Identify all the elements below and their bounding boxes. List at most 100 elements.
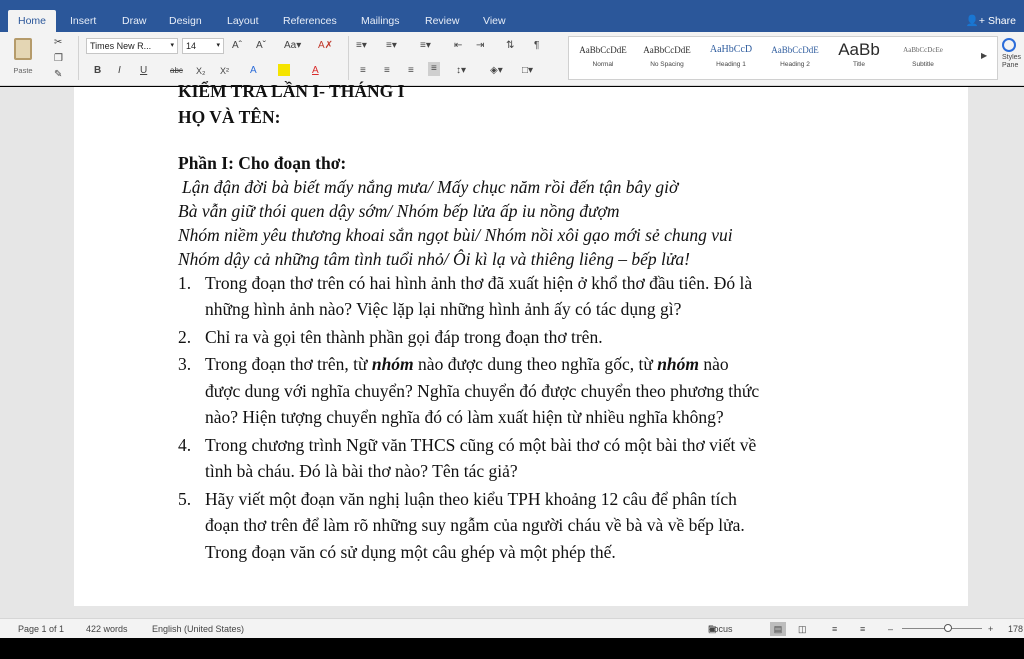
focus-label: Focus — [708, 624, 733, 634]
chevron-down-icon: ▾ — [216, 42, 220, 49]
bold-icon[interactable]: B — [94, 64, 101, 78]
word-count[interactable]: 422 words — [86, 619, 128, 639]
add-person-icon: 👤+ — [965, 15, 986, 27]
draft-view-icon[interactable]: ≡ — [860, 619, 865, 639]
question-1-line: những hình ảnh nào? Việc lặp lại những h… — [205, 299, 682, 319]
share-label: Share — [987, 15, 1016, 27]
sort-icon[interactable]: ⇅ — [506, 39, 514, 53]
copy-icon[interactable]: ❐ — [54, 52, 63, 66]
ribbon: Paste ✂ ❐ ✎ Times New R... ▾ 14 ▾ Aˆ Aˇ … — [0, 32, 1024, 86]
change-case-icon[interactable]: Aa▾ — [284, 39, 301, 53]
ribbon-divider — [78, 36, 79, 80]
tab-design[interactable]: Design — [169, 10, 202, 32]
line-spacing-icon[interactable]: ↕▾ — [456, 64, 466, 78]
tab-draw[interactable]: Draw — [122, 10, 147, 32]
font-name-value: Times New R... — [90, 41, 152, 51]
emphasized-word: nhóm — [657, 354, 700, 374]
clear-formatting-icon[interactable]: A✗ — [318, 39, 333, 53]
style-sample: AaBb — [838, 40, 880, 59]
tab-home[interactable]: Home — [8, 10, 57, 32]
question-1-line: Trong đoạn thơ trên có hai hình ảnh thơ … — [205, 273, 753, 293]
question-5-line: đoạn thơ trên để làm rõ những suy ngẫm c… — [205, 515, 745, 535]
document-page[interactable]: KIỂM TRA LẦN I- THÁNG I HỌ VÀ TÊN: Phần … — [74, 81, 968, 606]
align-center-icon[interactable]: ≡ — [384, 64, 390, 78]
question-3-line: được dung với nghĩa chuyển? Nghĩa chuyển… — [205, 381, 760, 401]
zoom-in-icon[interactable]: + — [988, 619, 993, 639]
zoom-level[interactable]: 178 — [1008, 619, 1023, 639]
style-subtitle[interactable]: AaBbCcDcEe Subtitle — [891, 39, 955, 77]
align-right-icon[interactable]: ≡ — [408, 64, 414, 78]
style-normal[interactable]: AaBbCcDdE Normal — [571, 39, 635, 77]
superscript-icon[interactable]: X² — [220, 64, 229, 78]
gallery-expand-icon[interactable]: ▶ — [981, 51, 987, 60]
italic-icon[interactable]: I — [118, 64, 121, 78]
doc-title: KIỂM TRA LẦN I- THÁNG I — [178, 81, 405, 101]
question-3-text: nào được dung theo nghĩa gốc, từ — [413, 354, 658, 374]
decrease-indent-icon[interactable]: ⇤ — [454, 39, 462, 53]
font-name-dropdown[interactable]: Times New R... ▾ — [86, 38, 178, 54]
question-2-line: Chỉ ra và gọi tên thành phần gọi đáp tro… — [205, 327, 603, 347]
styles-pane-label: Styles Pane — [1002, 54, 1022, 69]
multilevel-list-icon[interactable]: ≡▾ — [420, 39, 431, 53]
zoom-slider[interactable] — [902, 628, 982, 629]
justify-icon[interactable]: ≡ — [428, 62, 440, 76]
shading-icon[interactable]: ◈▾ — [490, 64, 503, 78]
style-name: Subtitle — [912, 61, 934, 68]
question-number: 5. — [178, 489, 192, 509]
status-bar: Page 1 of 1 422 words English (United St… — [0, 618, 1024, 638]
question-5-line: Hãy viết một đoạn văn nghị luận theo kiể… — [205, 489, 737, 509]
outline-view-icon[interactable]: ≡ — [832, 619, 837, 639]
font-size-dropdown[interactable]: 14 ▾ — [182, 38, 224, 54]
page-count[interactable]: Page 1 of 1 — [18, 619, 64, 639]
subscript-icon[interactable]: X₂ — [196, 64, 206, 78]
language-indicator[interactable]: English (United States) — [152, 619, 244, 639]
bullets-icon[interactable]: ≡▾ — [356, 39, 367, 53]
question-3-text: nào — [699, 354, 729, 374]
style-heading-2[interactable]: AaBbCcDdE Heading 2 — [763, 39, 827, 77]
tab-references[interactable]: References — [283, 10, 337, 32]
web-layout-view-icon[interactable]: ◫ — [798, 619, 807, 639]
cut-icon[interactable]: ✂ — [54, 36, 62, 50]
style-no-spacing[interactable]: AaBbCcDdE No Spacing — [635, 39, 699, 77]
increase-indent-icon[interactable]: ⇥ — [476, 39, 484, 53]
font-color-icon[interactable]: A — [312, 64, 319, 78]
ribbon-divider — [348, 36, 349, 80]
tab-view[interactable]: View — [483, 10, 506, 32]
style-sample: AaBbCcDdE — [643, 45, 691, 55]
borders-icon[interactable]: □▾ — [522, 64, 533, 78]
grow-font-icon[interactable]: Aˆ — [232, 39, 242, 53]
style-name: Normal — [592, 61, 614, 68]
ribbon-tab-bar: Home Insert Draw Design Layout Reference… — [0, 10, 1024, 32]
styles-pane-button[interactable]: Styles Pane — [1002, 38, 1024, 80]
format-painter-icon[interactable]: ✎ — [54, 68, 62, 82]
tab-insert[interactable]: Insert — [70, 10, 96, 32]
style-heading-1[interactable]: AaHbCcD Heading 1 — [699, 39, 763, 77]
print-layout-view-icon[interactable]: ▤ — [770, 622, 786, 636]
align-left-icon[interactable]: ≡ — [360, 64, 366, 78]
paragraph-marks-icon[interactable]: ¶ — [534, 39, 539, 53]
emphasized-word: nhóm — [371, 354, 414, 374]
shrink-font-icon[interactable]: Aˇ — [256, 39, 266, 53]
style-sample: AaBbCcDdE — [579, 45, 627, 55]
text-effects-icon[interactable]: A — [250, 64, 257, 78]
share-button[interactable]: 👤+ Share — [966, 10, 1016, 32]
highlight-icon[interactable] — [278, 64, 290, 76]
style-name: Heading 2 — [780, 61, 810, 68]
question-4-line: tình bà cháu. Đó là bài thơ nào? Tên tác… — [205, 461, 518, 481]
styles-pane-icon — [1002, 38, 1016, 52]
underline-icon[interactable]: U — [140, 64, 147, 78]
tab-mailings[interactable]: Mailings — [361, 10, 400, 32]
zoom-slider-thumb[interactable] — [944, 624, 952, 632]
screen-bottom-edge — [0, 638, 1024, 659]
numbering-icon[interactable]: ≡▾ — [386, 39, 397, 53]
tab-review[interactable]: Review — [425, 10, 459, 32]
paste-button[interactable]: Paste — [10, 35, 36, 81]
question-5-line: Trong đoạn văn có sử dụng một câu ghép v… — [205, 542, 616, 562]
tab-layout[interactable]: Layout — [227, 10, 259, 32]
zoom-out-icon[interactable]: – — [888, 619, 893, 639]
question-3-line: Trong đoạn thơ trên, từ nhóm nào được du… — [205, 354, 729, 375]
style-name: Heading 1 — [716, 61, 746, 68]
style-title[interactable]: AaBb Title — [827, 39, 891, 77]
style-sample: AaHbCcD — [709, 44, 753, 55]
strikethrough-icon[interactable]: abc — [170, 64, 183, 78]
